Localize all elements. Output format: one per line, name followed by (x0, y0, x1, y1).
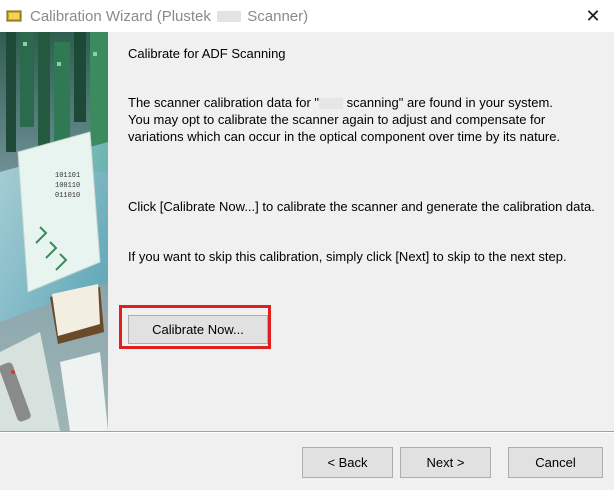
calibration-wizard-window: Calibration Wizard (Plustek Scanner) ✕ 1… (0, 0, 614, 490)
wizard-side-banner: 101101 100110 011010 (0, 32, 108, 431)
calibrate-instruction: Click [Calibrate Now...] to calibrate th… (128, 199, 595, 214)
description-part-c: You may opt to calibrate the scanner aga… (128, 112, 561, 144)
next-button[interactable]: Next > (400, 447, 491, 478)
back-button[interactable]: < Back (302, 447, 393, 478)
page-heading: Calibrate for ADF Scanning (128, 46, 286, 61)
window-title-suffix: Scanner) (247, 7, 309, 25)
skip-instruction: If you want to skip this calibration, si… (128, 249, 567, 264)
window-title-prefix: Calibration Wizard (Plustek (30, 7, 211, 25)
wizard-footer: < Back Next > Cancel (0, 433, 614, 490)
description-part-a: The scanner calibration data for " (128, 95, 320, 110)
window-title: Calibration Wizard (Plustek Scanner) (30, 8, 308, 25)
svg-text:100110: 100110 (55, 182, 80, 190)
title-bar: Calibration Wizard (Plustek Scanner) ✕ (0, 0, 614, 32)
calibrate-now-button[interactable]: Calibrate Now... (128, 315, 268, 344)
svg-text:011010: 011010 (55, 192, 80, 200)
close-icon[interactable]: ✕ (584, 7, 602, 25)
cancel-button[interactable]: Cancel (508, 447, 603, 478)
redacted-mode (319, 98, 344, 110)
redacted-model (217, 11, 242, 23)
svg-text:101101: 101101 (55, 172, 80, 180)
calibration-description: The scanner calibration data for " scann… (128, 94, 598, 145)
wizard-content: Calibrate for ADF Scanning The scanner c… (108, 32, 614, 431)
scanner-app-icon (6, 8, 22, 24)
description-part-b: scanning" are found in your system. (343, 95, 553, 110)
